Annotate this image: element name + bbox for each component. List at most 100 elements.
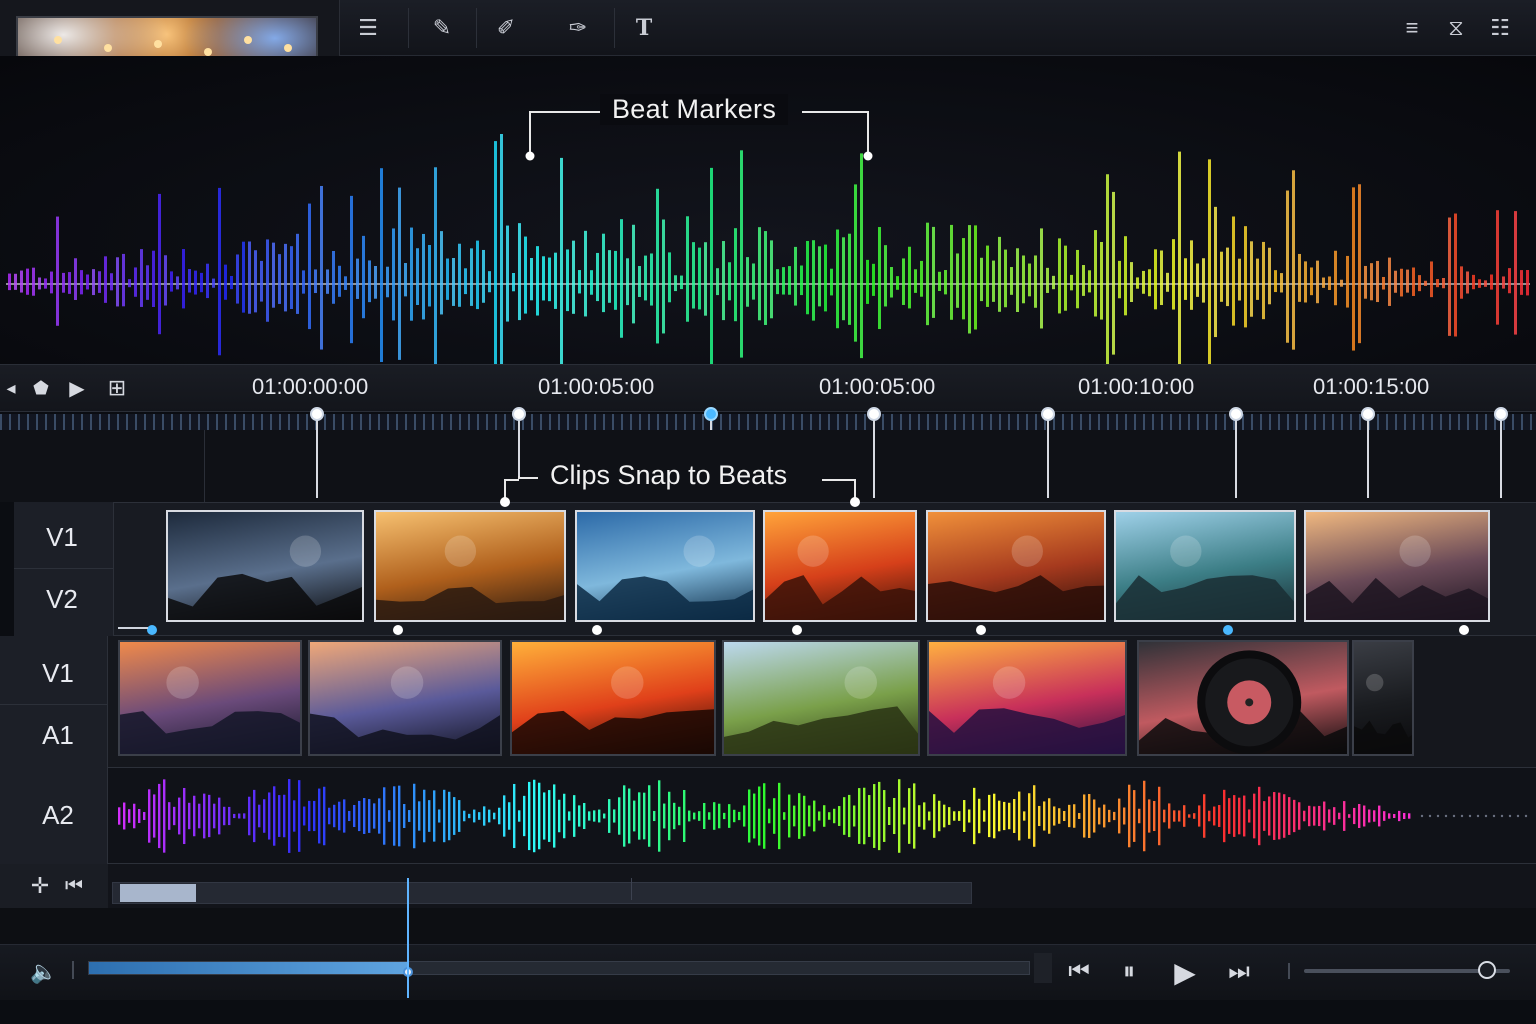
waveform-bar — [134, 267, 137, 297]
beat-marker-dot[interactable] — [867, 407, 881, 421]
timecode-label: 01:00:10:00 — [1078, 374, 1195, 399]
back-icon[interactable]: ◂ — [0, 375, 22, 401]
beat-marker-dot[interactable] — [1361, 407, 1375, 421]
a2-waveform-bar — [298, 780, 301, 852]
waveform-bar — [554, 252, 557, 309]
a2-waveform-bar — [868, 795, 871, 837]
waveform-bar — [116, 257, 119, 307]
clip-snap-dot[interactable] — [592, 625, 602, 635]
snap-point-dot[interactable] — [500, 497, 510, 507]
navigator-handle[interactable] — [120, 884, 196, 902]
a2-waveform-bar — [1083, 794, 1086, 838]
track-label-a1[interactable]: A1 — [10, 708, 106, 762]
track-label-a2[interactable]: A2 — [10, 788, 106, 842]
snap-point-dot[interactable] — [850, 497, 860, 507]
a2-waveform-bar — [383, 787, 386, 845]
waveform-bar — [1226, 247, 1229, 307]
cyclist-sunset-clip[interactable] — [927, 640, 1127, 756]
clip-snap-dot[interactable] — [1223, 625, 1233, 635]
a2-waveform-bar — [558, 799, 561, 833]
play-icon[interactable]: ▶ — [1166, 953, 1204, 991]
snap-icon[interactable]: ✛ — [26, 872, 54, 900]
waveform-bar — [440, 231, 443, 315]
waveform-bar — [332, 250, 335, 304]
waveform-bar — [146, 265, 149, 300]
a2-waveform-bar — [1363, 805, 1366, 827]
waveform-bar — [1256, 258, 1259, 300]
navigator-track[interactable] — [112, 882, 972, 904]
a2-waveform-bar — [408, 810, 411, 822]
a2-waveform-bar — [898, 779, 901, 853]
a2-waveform-bar — [523, 795, 526, 837]
a2-waveform-bar — [178, 797, 181, 835]
palm-city-clip[interactable] — [308, 640, 502, 756]
beat-marker-dot[interactable] — [863, 151, 873, 161]
a2-waveform-bar — [703, 802, 706, 830]
a2-waveform[interactable] — [112, 772, 1536, 860]
a2-waveform-bar — [648, 785, 651, 847]
clip-snap-dot[interactable] — [1459, 625, 1469, 635]
vinyl-record-clip[interactable] — [1137, 640, 1349, 756]
waveform-bar — [386, 266, 389, 298]
a2-waveform-bar — [913, 783, 916, 849]
a2-waveform-bar — [1248, 809, 1251, 823]
waveform-bar — [800, 265, 803, 296]
add-marker-icon[interactable]: ⊞ — [102, 375, 132, 401]
a2-waveform-bar — [668, 791, 671, 841]
beat-marker-dot[interactable] — [704, 407, 718, 421]
dark-clip[interactable] — [1352, 640, 1414, 756]
a2-waveform-bar — [658, 780, 661, 852]
pause-icon[interactable]: ⏸ — [1112, 955, 1146, 989]
a2-waveform-bar — [258, 804, 261, 828]
progress-track[interactable] — [88, 961, 1030, 975]
a2-waveform-bar — [623, 785, 626, 847]
navigator-marker — [631, 878, 632, 900]
waveform-bar — [872, 263, 875, 296]
clip-snap-dot[interactable] — [976, 625, 986, 635]
waveform-bar — [50, 271, 53, 294]
a2-waveform-bar — [218, 797, 221, 835]
track-label-v1[interactable]: V1 — [10, 646, 106, 700]
a2-waveform-bar — [328, 807, 331, 825]
beat-marker-dot[interactable] — [512, 407, 526, 421]
a2-waveform-bar — [1268, 796, 1271, 836]
beat-marker-dot[interactable] — [310, 407, 324, 421]
playhead[interactable] — [407, 878, 409, 998]
beat-marker-dot[interactable] — [1229, 407, 1243, 421]
a2-waveform-bar — [353, 804, 356, 828]
next-icon[interactable]: ⏭ — [1222, 955, 1256, 989]
a2-waveform-bar — [933, 794, 936, 838]
waveform-bar — [662, 219, 665, 334]
waveform-bar — [1454, 213, 1457, 337]
a2-waveform-bar — [678, 806, 681, 826]
waveform-bar — [1094, 230, 1097, 317]
skip-start-icon[interactable]: ⏮ — [60, 872, 88, 900]
a2-waveform-tail — [1476, 814, 1480, 818]
waveform-bar — [1100, 241, 1103, 320]
marker-icon[interactable]: ⬟ — [28, 375, 54, 401]
waveform-bar — [1130, 262, 1133, 302]
a2-waveform-bar — [248, 796, 251, 836]
waveform-bar — [38, 277, 41, 290]
clip-snap-dot[interactable] — [792, 625, 802, 635]
a2-waveform-bar — [1398, 810, 1401, 822]
clip-snap-dot[interactable] — [393, 625, 403, 635]
waveform-bar — [1070, 274, 1073, 291]
previous-icon[interactable]: ⏮ — [1062, 955, 1096, 989]
waveform-bar — [548, 257, 551, 302]
a2-waveform-bar — [1043, 801, 1046, 831]
beat-marker-dot[interactable] — [1041, 407, 1055, 421]
beach-sunset-clip[interactable] — [510, 640, 716, 756]
beat-marker-dot[interactable] — [525, 151, 535, 161]
beat-marker-dot[interactable] — [1494, 407, 1508, 421]
cyclist-field-clip[interactable] — [722, 640, 920, 756]
waveform-bar — [986, 245, 989, 307]
play-small-icon[interactable]: ▶ — [62, 375, 92, 401]
clip-snap-dot[interactable] — [147, 625, 157, 635]
city-skyline-clip[interactable] — [118, 640, 302, 756]
waveform-bar — [518, 223, 521, 321]
a2-waveform-tail — [1428, 814, 1432, 818]
volume-icon[interactable]: 🔈 — [28, 957, 60, 987]
zoom-slider-knob[interactable] — [1478, 961, 1496, 979]
waveform-bar — [1082, 265, 1085, 296]
